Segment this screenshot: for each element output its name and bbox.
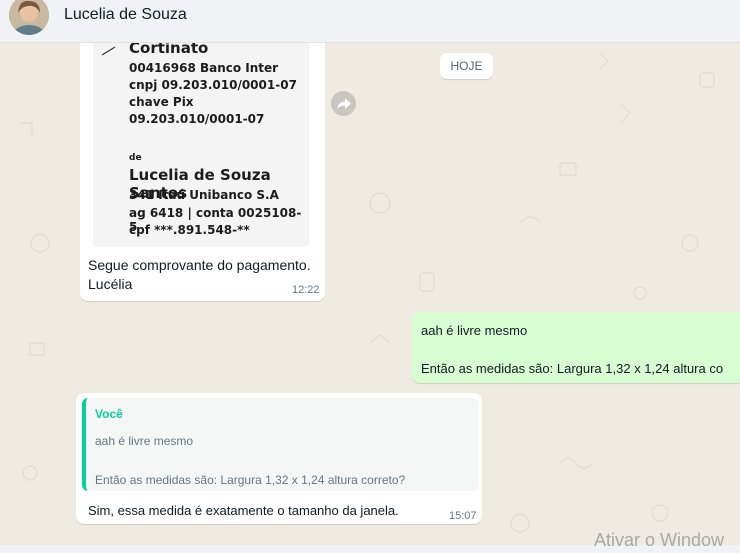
message-timestamp: 15:07 <box>449 510 477 522</box>
message-text-line: Então as medidas são: Largura 1,32 x 1,2… <box>421 361 724 376</box>
quote-text-line: Então as medidas são: Largura 1,32 x 1,2… <box>95 473 406 487</box>
forward-button[interactable] <box>331 91 356 116</box>
forward-icon <box>336 97 351 109</box>
message-text-line: Segue comprovante do pagamento. <box>88 257 311 273</box>
payment-receipt-image[interactable]: Cortinato 00416968 Banco Inter cnpj 09.2… <box>93 43 309 247</box>
receipt-payee-name: Cortinato <box>129 43 209 57</box>
receipt-pix-label: chave Pix <box>129 95 194 109</box>
chat-header[interactable]: Lucelia de Souza <box>0 0 740 43</box>
receipt-payer-cpf: cpf ***.891.548-** <box>129 223 250 237</box>
message-text-line: aah é livre mesmo <box>421 323 528 338</box>
receipt-payee-bank: 00416968 Banco Inter <box>129 61 279 75</box>
contact-avatar[interactable] <box>9 0 49 35</box>
contact-name[interactable]: Lucelia de Souza <box>64 6 187 24</box>
message-timestamp: 12:22 <box>292 284 320 296</box>
message-text-line: Lucélia <box>88 276 133 292</box>
receipt-payer-bank: 341 Itaú Unibanco S.A <box>129 188 279 202</box>
arrow-icon <box>101 46 116 56</box>
outgoing-message[interactable]: aah é livre mesmo Então as medidas são: … <box>412 312 740 383</box>
receipt-from-label: de <box>129 153 142 163</box>
message-text: Sim, essa medida é exatamente o tamanho … <box>88 503 399 518</box>
incoming-message-receipt[interactable]: Cortinato 00416968 Banco Inter cnpj 09.2… <box>80 43 325 301</box>
quote-text-line: aah é livre mesmo <box>95 434 194 448</box>
quoted-message[interactable]: Você aah é livre mesmo Então as medidas … <box>82 398 479 491</box>
windows-activation-watermark: Ativar o Window <box>594 530 725 550</box>
date-divider: HOJE <box>440 53 493 79</box>
chat-area[interactable]: Cortinato 00416968 Banco Inter cnpj 09.2… <box>0 43 740 553</box>
avatar-photo <box>9 0 49 35</box>
receipt-pix-key: 09.203.010/0001-07 <box>129 112 265 126</box>
quote-author: Você <box>95 407 123 421</box>
receipt-payee-cnpj: cnpj 09.203.010/0001-07 <box>129 78 297 92</box>
